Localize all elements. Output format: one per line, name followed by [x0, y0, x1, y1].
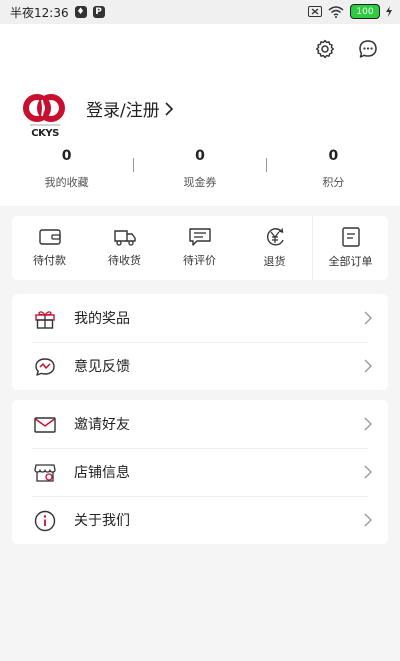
menu-label: 邀请好友	[74, 417, 130, 433]
profile-header: CKYS 登录/注册 0 我的收藏 0 现金券 0 积分	[0, 24, 400, 206]
chat-bubble-icon	[359, 40, 377, 58]
status-bar: 半夜12:36 ♦ P 100	[0, 0, 400, 24]
stat-value: 0	[61, 148, 72, 164]
charging-icon	[386, 6, 392, 17]
stat-label: 我的收藏	[44, 176, 89, 189]
stat-divider	[266, 158, 267, 172]
info-icon	[34, 510, 56, 532]
store-icon	[34, 464, 56, 482]
order-label: 待评价	[183, 254, 216, 267]
messages-button[interactable]	[356, 37, 380, 61]
chevron-right-icon	[364, 417, 372, 431]
menu-item-invite-friends[interactable]: 邀请好友	[12, 400, 388, 448]
status-time: 半夜12:36	[10, 5, 69, 20]
menu-item-feedback[interactable]: 意见反馈	[12, 342, 388, 390]
login-label: 登录/注册	[86, 101, 160, 121]
menu-item-about-us[interactable]: 关于我们	[12, 496, 388, 544]
chevron-right-icon	[364, 465, 372, 479]
stat-points[interactable]: 0 积分	[267, 144, 400, 194]
gear-icon	[316, 39, 334, 59]
chevron-right-icon	[364, 359, 372, 373]
order-pending-receipt[interactable]: 待收货	[87, 216, 162, 280]
chevron-right-icon	[165, 101, 173, 116]
wifi-icon	[328, 5, 344, 18]
menu-label: 意见反馈	[74, 359, 130, 375]
order-pending-payment[interactable]: 待付款	[12, 216, 87, 280]
menu-label: 店铺信息	[74, 465, 130, 481]
document-icon	[341, 227, 360, 247]
login-register-link[interactable]: 登录/注册	[86, 96, 174, 121]
order-returns[interactable]: 退货	[237, 216, 312, 280]
orders-card: 待付款 待收货 待评价 退货 全部订单	[12, 216, 388, 280]
stat-label: 现金券	[183, 176, 217, 189]
stat-favorites[interactable]: 0 我的收藏	[0, 144, 133, 194]
menu-item-store-info[interactable]: 店铺信息	[12, 448, 388, 496]
stat-cash-coupons[interactable]: 0 现金券	[133, 144, 266, 194]
refund-icon	[266, 228, 284, 246]
wallet-icon	[38, 229, 61, 245]
stat-value: 0	[195, 148, 205, 164]
status-p-icon: P	[92, 6, 105, 18]
order-pending-review[interactable]: 待评价	[162, 216, 237, 280]
feedback-icon	[35, 358, 55, 376]
order-all[interactable]: 全部订单	[312, 216, 388, 280]
status-notification-icon: ♦	[74, 6, 87, 18]
menu-item-my-prizes[interactable]: 我的奖品	[12, 294, 388, 342]
menu-group-rewards: 我的奖品 意见反馈	[12, 294, 388, 390]
brand-logo: CKYS	[20, 90, 70, 152]
logo-text: CKYS	[31, 128, 59, 139]
truck-icon	[113, 230, 136, 246]
logo-icon	[23, 94, 65, 126]
battery-icon: 100	[350, 4, 380, 19]
menu-group-info: 邀请好友 店铺信息 关于我们	[12, 400, 388, 544]
menu-label: 我的奖品	[74, 311, 130, 327]
sim-icon	[308, 6, 322, 17]
stats-row: 0 我的收藏 0 现金券 0 积分	[0, 144, 400, 194]
order-label: 退货	[263, 255, 286, 268]
order-label: 待收货	[108, 254, 141, 267]
stat-label: 积分	[322, 176, 345, 189]
chevron-right-icon	[364, 513, 372, 527]
gift-icon	[35, 311, 55, 329]
comment-icon	[188, 228, 211, 246]
stat-divider	[133, 158, 134, 172]
stat-value: 0	[328, 148, 339, 164]
menu-label: 关于我们	[74, 513, 130, 529]
chevron-right-icon	[364, 311, 372, 325]
order-label: 待付款	[33, 254, 66, 267]
settings-button[interactable]	[313, 37, 337, 61]
order-label: 全部订单	[328, 255, 373, 268]
mail-icon	[34, 417, 56, 433]
